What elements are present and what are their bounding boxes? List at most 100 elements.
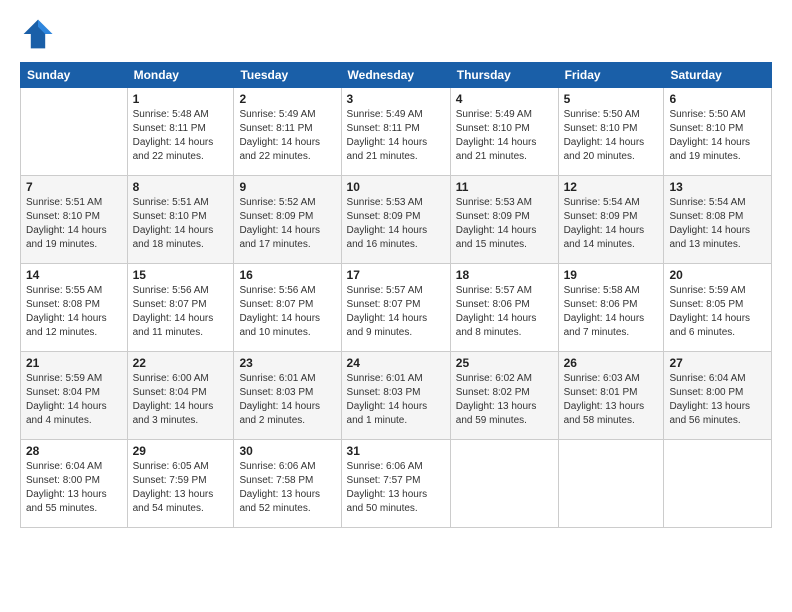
- header: [20, 16, 772, 52]
- week-row-1: 1 Sunrise: 5:48 AMSunset: 8:11 PMDaylight…: [21, 88, 772, 176]
- day-number: 2: [239, 92, 335, 106]
- day-cell: 14 Sunrise: 5:55 AMSunset: 8:08 PMDayligh…: [21, 264, 128, 352]
- day-info: Sunrise: 5:48 AMSunset: 8:11 PMDaylight:…: [133, 108, 229, 164]
- day-cell: 8Sunrise: 5:51 AMSunset: 8:10 PMDaylight…: [127, 176, 234, 264]
- day-number: 14: [26, 268, 122, 282]
- day-cell: 23 Sunrise: 6:01 AMSunset: 8:03 PMDayligh…: [234, 352, 341, 440]
- day-info: Sunrise: 5:57 AMSunset: 8:06 PMDaylight:…: [456, 284, 553, 340]
- day-cell: 24 Sunrise: 6:01 AMSunset: 8:03 PMDayligh…: [341, 352, 450, 440]
- day-info: Sunrise: 5:55 AMSunset: 8:08 PMDaylight:…: [26, 284, 122, 340]
- day-info: Sunrise: 6:06 AMSunset: 7:58 PMDaylight:…: [239, 460, 335, 516]
- day-cell: 15 Sunrise: 5:56 AMSunset: 8:07 PMDayligh…: [127, 264, 234, 352]
- day-number: 29: [133, 444, 229, 458]
- day-info: Sunrise: 5:50 AMSunset: 8:10 PMDaylight:…: [564, 108, 659, 164]
- day-info: Sunrise: 5:49 AMSunset: 8:11 PMDaylight:…: [239, 108, 335, 164]
- weekday-header-friday: Friday: [558, 63, 664, 88]
- day-info: Sunrise: 6:02 AMSunset: 8:02 PMDaylight:…: [456, 372, 553, 428]
- day-cell: 19Sunrise: 5:58 AMSunset: 8:06 PMDayligh…: [558, 264, 664, 352]
- day-number: 21: [26, 356, 122, 370]
- day-cell: 2 Sunrise: 5:49 AMSunset: 8:11 PMDaylight…: [234, 88, 341, 176]
- day-info: Sunrise: 6:01 AMSunset: 8:03 PMDaylight:…: [239, 372, 335, 428]
- logo-icon: [20, 16, 56, 52]
- day-info: Sunrise: 6:04 AMSunset: 8:00 PMDaylight:…: [669, 372, 766, 428]
- day-info: Sunrise: 5:50 AMSunset: 8:10 PMDaylight:…: [669, 108, 766, 164]
- calendar-table: SundayMondayTuesdayWednesdayThursdayFrid…: [20, 62, 772, 528]
- day-info: Sunrise: 6:04 AMSunset: 8:00 PMDaylight:…: [26, 460, 122, 516]
- day-number: 3: [347, 92, 445, 106]
- weekday-header-tuesday: Tuesday: [234, 63, 341, 88]
- day-number: 22: [133, 356, 229, 370]
- day-cell: 9 Sunrise: 5:52 AMSunset: 8:09 PMDaylight…: [234, 176, 341, 264]
- day-number: 16: [239, 268, 335, 282]
- weekday-header-wednesday: Wednesday: [341, 63, 450, 88]
- day-number: 13: [669, 180, 766, 194]
- day-cell: 4Sunrise: 5:49 AMSunset: 8:10 PMDaylight…: [450, 88, 558, 176]
- week-row-5: 28 Sunrise: 6:04 AMSunset: 8:00 PMDayligh…: [21, 440, 772, 528]
- day-cell: [664, 440, 772, 528]
- week-row-2: 7Sunrise: 5:51 AMSunset: 8:10 PMDaylight…: [21, 176, 772, 264]
- day-cell: 25Sunrise: 6:02 AMSunset: 8:02 PMDayligh…: [450, 352, 558, 440]
- day-cell: 28 Sunrise: 6:04 AMSunset: 8:00 PMDayligh…: [21, 440, 128, 528]
- day-info: Sunrise: 5:54 AMSunset: 8:08 PMDaylight:…: [669, 196, 766, 252]
- day-cell: 30 Sunrise: 6:06 AMSunset: 7:58 PMDayligh…: [234, 440, 341, 528]
- day-cell: 21Sunrise: 5:59 AMSunset: 8:04 PMDayligh…: [21, 352, 128, 440]
- day-number: 15: [133, 268, 229, 282]
- day-cell: 18 Sunrise: 5:57 AMSunset: 8:06 PMDayligh…: [450, 264, 558, 352]
- day-number: 17: [347, 268, 445, 282]
- day-info: Sunrise: 5:53 AMSunset: 8:09 PMDaylight:…: [347, 196, 445, 252]
- day-number: 11: [456, 180, 553, 194]
- day-cell: [450, 440, 558, 528]
- day-number: 24: [347, 356, 445, 370]
- day-cell: [21, 88, 128, 176]
- day-info: Sunrise: 5:57 AMSunset: 8:07 PMDaylight:…: [347, 284, 445, 340]
- day-number: 27: [669, 356, 766, 370]
- day-info: Sunrise: 5:51 AMSunset: 8:10 PMDaylight:…: [26, 196, 122, 252]
- day-number: 18: [456, 268, 553, 282]
- week-row-4: 21Sunrise: 5:59 AMSunset: 8:04 PMDayligh…: [21, 352, 772, 440]
- day-number: 20: [669, 268, 766, 282]
- week-row-3: 14 Sunrise: 5:55 AMSunset: 8:08 PMDayligh…: [21, 264, 772, 352]
- day-number: 12: [564, 180, 659, 194]
- day-number: 23: [239, 356, 335, 370]
- weekday-header-row: SundayMondayTuesdayWednesdayThursdayFrid…: [21, 63, 772, 88]
- day-info: Sunrise: 5:53 AMSunset: 8:09 PMDaylight:…: [456, 196, 553, 252]
- weekday-header-thursday: Thursday: [450, 63, 558, 88]
- day-number: 4: [456, 92, 553, 106]
- day-number: 30: [239, 444, 335, 458]
- day-cell: 11 Sunrise: 5:53 AMSunset: 8:09 PMDayligh…: [450, 176, 558, 264]
- weekday-header-sunday: Sunday: [21, 63, 128, 88]
- day-number: 6: [669, 92, 766, 106]
- logo: [20, 16, 60, 52]
- day-number: 9: [239, 180, 335, 194]
- weekday-header-monday: Monday: [127, 63, 234, 88]
- day-info: Sunrise: 5:58 AMSunset: 8:06 PMDaylight:…: [564, 284, 659, 340]
- day-cell: 1 Sunrise: 5:48 AMSunset: 8:11 PMDaylight…: [127, 88, 234, 176]
- day-cell: 20Sunrise: 5:59 AMSunset: 8:05 PMDayligh…: [664, 264, 772, 352]
- day-cell: 27 Sunrise: 6:04 AMSunset: 8:00 PMDayligh…: [664, 352, 772, 440]
- day-number: 31: [347, 444, 445, 458]
- day-info: Sunrise: 5:56 AMSunset: 8:07 PMDaylight:…: [133, 284, 229, 340]
- day-info: Sunrise: 5:52 AMSunset: 8:09 PMDaylight:…: [239, 196, 335, 252]
- day-info: Sunrise: 6:05 AMSunset: 7:59 PMDaylight:…: [133, 460, 229, 516]
- day-cell: 10 Sunrise: 5:53 AMSunset: 8:09 PMDayligh…: [341, 176, 450, 264]
- day-cell: 7Sunrise: 5:51 AMSunset: 8:10 PMDaylight…: [21, 176, 128, 264]
- day-cell: 3Sunrise: 5:49 AMSunset: 8:11 PMDaylight…: [341, 88, 450, 176]
- day-cell: 29 Sunrise: 6:05 AMSunset: 7:59 PMDayligh…: [127, 440, 234, 528]
- day-cell: 17 Sunrise: 5:57 AMSunset: 8:07 PMDayligh…: [341, 264, 450, 352]
- day-number: 1: [133, 92, 229, 106]
- day-cell: 22Sunrise: 6:00 AMSunset: 8:04 PMDayligh…: [127, 352, 234, 440]
- day-cell: 6 Sunrise: 5:50 AMSunset: 8:10 PMDaylight…: [664, 88, 772, 176]
- calendar-page: SundayMondayTuesdayWednesdayThursdayFrid…: [0, 0, 792, 538]
- day-cell: 16 Sunrise: 5:56 AMSunset: 8:07 PMDayligh…: [234, 264, 341, 352]
- day-number: 5: [564, 92, 659, 106]
- day-number: 28: [26, 444, 122, 458]
- day-cell: 31 Sunrise: 6:06 AMSunset: 7:57 PMDayligh…: [341, 440, 450, 528]
- day-cell: 13 Sunrise: 5:54 AMSunset: 8:08 PMDayligh…: [664, 176, 772, 264]
- day-info: Sunrise: 6:01 AMSunset: 8:03 PMDaylight:…: [347, 372, 445, 428]
- day-cell: [558, 440, 664, 528]
- day-cell: 26Sunrise: 6:03 AMSunset: 8:01 PMDayligh…: [558, 352, 664, 440]
- day-number: 26: [564, 356, 659, 370]
- day-info: Sunrise: 5:56 AMSunset: 8:07 PMDaylight:…: [239, 284, 335, 340]
- day-number: 10: [347, 180, 445, 194]
- day-info: Sunrise: 6:06 AMSunset: 7:57 PMDaylight:…: [347, 460, 445, 516]
